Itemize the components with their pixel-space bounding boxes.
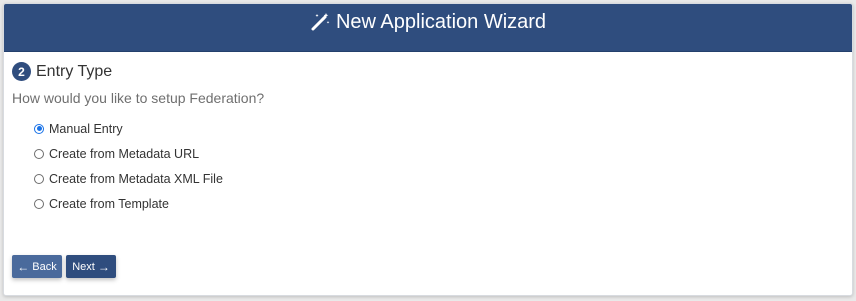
step-heading: 2 Entry Type	[12, 62, 112, 81]
magic-wand-icon	[310, 12, 330, 32]
radio-template[interactable]	[34, 198, 44, 209]
wizard-header: New Application Wizard	[4, 4, 852, 52]
radio-metadata-xml-file[interactable]	[34, 173, 44, 184]
option-metadata-url[interactable]: Create from Metadata URL	[34, 141, 223, 166]
radio-manual-entry[interactable]	[34, 123, 44, 134]
federation-question: How would you like to setup Federation?	[12, 90, 265, 106]
option-label: Create from Metadata XML File	[49, 171, 223, 186]
radio-metadata-url[interactable]	[34, 148, 44, 159]
wizard-panel: New Application Wizard 2 Entry Type How …	[3, 3, 853, 296]
entry-type-options: Manual Entry Create from Metadata URL Cr…	[34, 116, 223, 216]
back-button[interactable]: ← Back	[12, 255, 62, 278]
wizard-title: New Application Wizard	[310, 9, 546, 35]
back-button-label: Back	[32, 260, 57, 273]
arrow-right-icon: →	[97, 259, 110, 274]
next-button[interactable]: Next →	[66, 255, 116, 278]
arrow-left-icon: ←	[17, 259, 30, 274]
step-number-badge: 2	[12, 62, 31, 81]
option-label: Create from Template	[49, 196, 169, 211]
option-template[interactable]: Create from Template	[34, 191, 223, 216]
wizard-nav-buttons: ← Back Next →	[12, 255, 116, 278]
wizard-title-text: New Application Wizard	[335, 11, 547, 33]
option-label: Manual Entry	[49, 121, 123, 136]
option-metadata-xml-file[interactable]: Create from Metadata XML File	[34, 166, 223, 191]
step-title: Entry Type	[36, 62, 113, 80]
option-label: Create from Metadata URL	[49, 146, 200, 161]
option-manual-entry[interactable]: Manual Entry	[34, 116, 223, 141]
next-button-label: Next	[72, 260, 95, 273]
